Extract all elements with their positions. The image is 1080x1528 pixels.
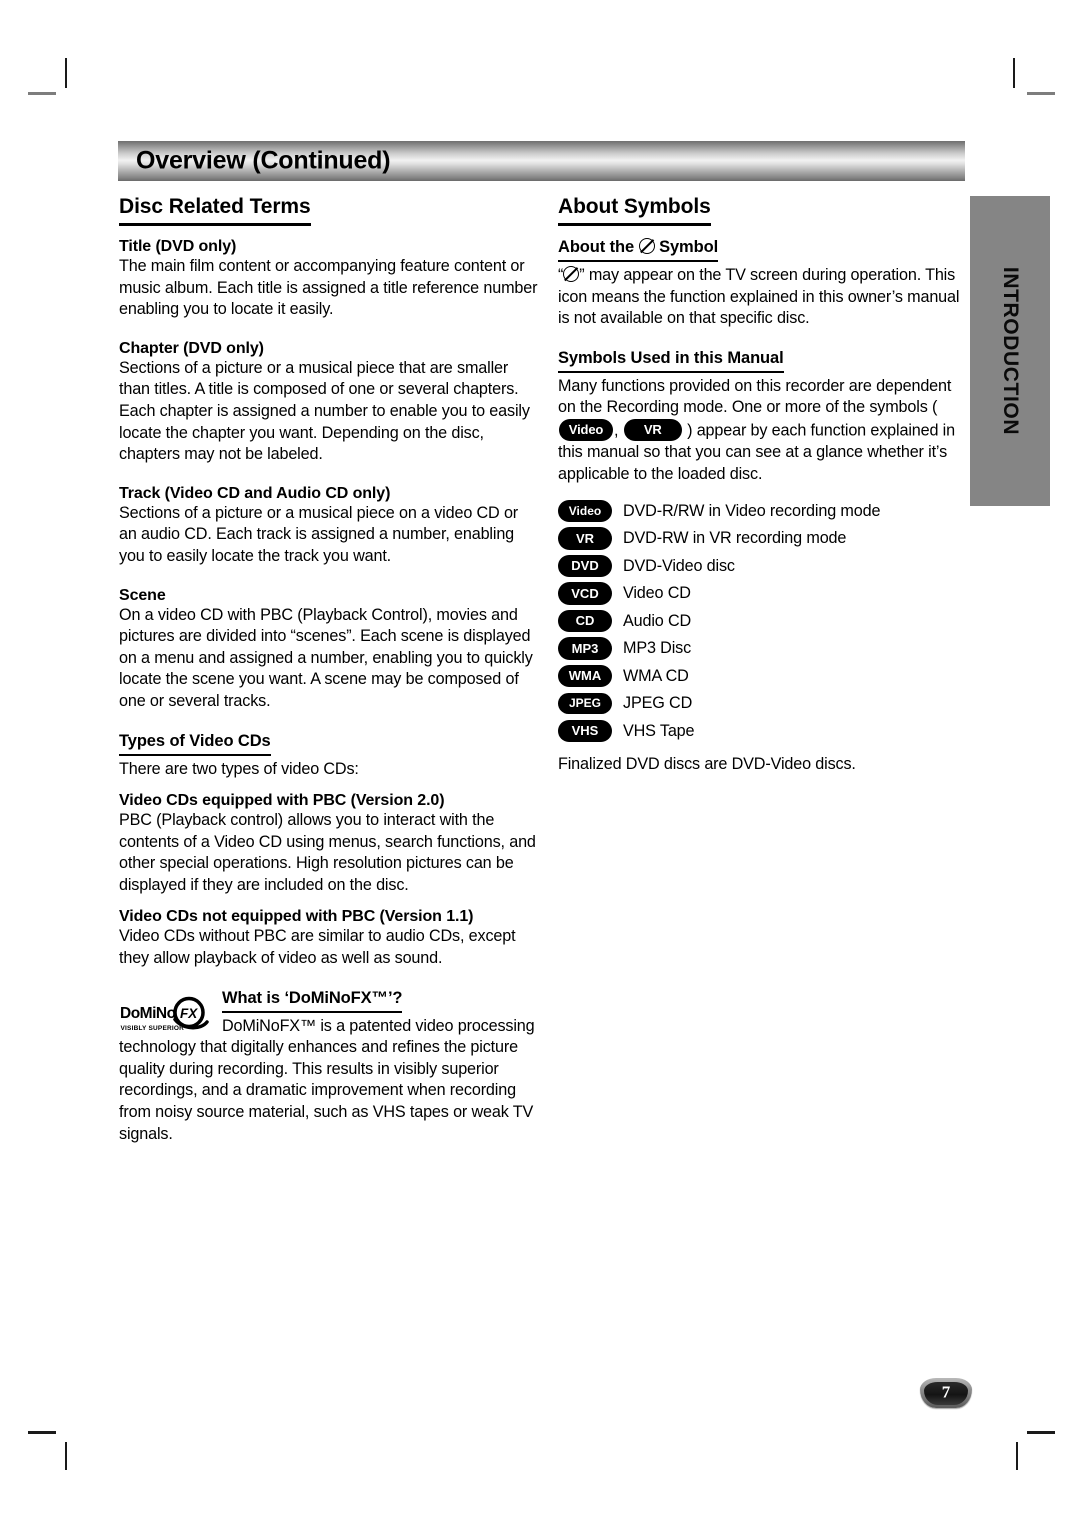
legend-row: WMA WMA CD	[558, 662, 963, 690]
right-column: About Symbols About the Symbol “” may ap…	[558, 195, 963, 774]
badge-vhs: VHS	[558, 719, 612, 743]
symbol-legend-list: Video DVD-R/RW in Video recording mode V…	[558, 497, 963, 745]
subheading-symbols-used-in-this-manual: Symbols Used in this Manual	[558, 349, 784, 373]
subheading-chapter-dvd-only: Chapter (DVD only)	[119, 339, 264, 357]
symbols-used-open-paren: (	[932, 398, 938, 417]
badge-vcd: VCD	[558, 582, 612, 605]
symbols-used-close-paren: )	[687, 421, 693, 440]
badge-video-inline: Video	[559, 418, 613, 442]
paragraph-scene: On a video CD with PBC (Playback Control…	[119, 605, 533, 710]
no-symbol-icon	[638, 238, 655, 254]
subheading-video-cds-with-pbc: Video CDs equipped with PBC (Version 2.0…	[119, 792, 445, 810]
paragraph-title-dvd-only: The main film content or accompanying fe…	[119, 257, 538, 319]
page-number-badge: 7	[920, 1378, 972, 1408]
badge-dvd: DVD	[558, 554, 612, 578]
crop-mark-top-left-vertical	[65, 58, 67, 88]
dominofx-section: DoMiNo FX VISIBLY SUPERIOR What is ‘DoMi…	[119, 989, 539, 1146]
subheading-scene: Scene	[119, 586, 166, 604]
about-symbol-heading-before: About the	[558, 238, 635, 256]
side-tab-label: INTRODUCTION	[999, 266, 1022, 436]
left-column: Disc Related Terms Title (DVD only) The …	[119, 195, 539, 1145]
paragraph-types-intro: There are two types of video CDs:	[119, 759, 359, 778]
subheading-video-cds-without-pbc: Video CDs not equipped with PBC (Version…	[119, 908, 474, 926]
page-title-bar: Overview (Continued)	[118, 141, 965, 181]
legend-row: VCD Video CD	[558, 580, 963, 608]
svg-text:FX: FX	[180, 1006, 198, 1021]
badge-video: Video	[558, 500, 612, 522]
legend-description: DVD-Video disc	[623, 556, 735, 575]
page-title: Overview (Continued)	[136, 146, 391, 175]
legend-description: DVD-RW in VR recording mode	[623, 529, 847, 547]
no-symbol-icon-inline	[563, 266, 580, 282]
finalized-discs-note: Finalized DVD discs are DVD-Video discs.	[558, 754, 856, 773]
svg-text:DoMiNo: DoMiNo	[120, 1005, 176, 1022]
badge-mp3: MP3	[558, 637, 612, 660]
badge-jpeg: JPEG	[558, 692, 612, 715]
badge-vr: VR	[558, 527, 612, 550]
crop-mark-bottom-right-horizontal	[1027, 1431, 1055, 1434]
legend-description: WMA CD	[623, 666, 689, 685]
legend-row: Video DVD-R/RW in Video recording mode	[558, 497, 963, 525]
svg-text:VISIBLY SUPERIOR: VISIBLY SUPERIOR	[121, 1025, 185, 1032]
subheading-track-video-cd-audio-cd: Track (Video CD and Audio CD only)	[119, 484, 391, 502]
crop-mark-bottom-right-vertical	[1016, 1442, 1018, 1470]
about-symbol-heading-after: Symbol	[659, 238, 719, 256]
badge-wma: WMA	[558, 664, 612, 688]
subheading-title-dvd-only: Title (DVD only)	[119, 238, 237, 255]
legend-description: VHS Tape	[623, 721, 695, 740]
symbols-used-body-part1: Many functions provided on this recorder…	[558, 376, 952, 417]
paragraph-dominofx: DoMiNoFX™ is a patented video processing…	[119, 1016, 535, 1143]
paragraph-track-video-cd-audio-cd: Sections of a picture or a musical piece…	[119, 503, 519, 565]
crop-mark-top-left-horizontal	[28, 92, 56, 95]
legend-row: JPEG JPEG CD	[558, 690, 963, 718]
legend-row: VHS VHS Tape	[558, 717, 963, 745]
badge-vr-inline: VR	[623, 418, 682, 442]
subheading-about-the-no-symbol: About the Symbol	[558, 238, 718, 262]
legend-row: CD Audio CD	[558, 607, 963, 635]
paragraph-video-cds-with-pbc: PBC (Playback control) allows you to int…	[119, 811, 536, 894]
symbols-used-body-part2: appear by each function explained in thi…	[558, 421, 955, 483]
paragraph-symbols-used: Many functions provided on this recorder…	[558, 376, 963, 485]
legend-row: DVD DVD-Video disc	[558, 552, 963, 580]
crop-mark-top-right-vertical	[1013, 58, 1015, 88]
legend-description: JPEG CD	[623, 694, 693, 712]
crop-mark-bottom-left-vertical	[65, 1442, 67, 1470]
legend-description: MP3 Disc	[623, 639, 692, 657]
paragraph-video-cds-without-pbc: Video CDs without PBC are similar to aud…	[119, 927, 516, 968]
legend-description: Video CD	[623, 584, 691, 602]
badge-cd: CD	[558, 609, 612, 633]
dominofx-logo-icon: DoMiNo FX VISIBLY SUPERIOR	[119, 995, 219, 1035]
crop-mark-bottom-left-horizontal	[28, 1431, 56, 1434]
legend-description: DVD-R/RW in Video recording mode	[623, 501, 881, 520]
legend-description: Audio CD	[623, 611, 692, 630]
subheading-types-of-video-cds: Types of Video CDs	[119, 732, 271, 756]
legend-row: MP3 MP3 Disc	[558, 635, 963, 663]
subheading-what-is-dominofx: What is ‘DoMiNoFX™’?	[222, 989, 403, 1013]
section-heading-about-symbols: About Symbols	[558, 195, 711, 226]
paragraph-about-no-symbol: “” may appear on the TV screen during op…	[558, 265, 963, 330]
symbols-used-comma: ,	[614, 421, 619, 440]
legend-row: VR DVD-RW in VR recording mode	[558, 525, 963, 553]
crop-mark-top-right-horizontal	[1027, 92, 1055, 95]
paragraph-chapter-dvd-only: Sections of a picture or a musical piece…	[119, 358, 530, 464]
page-number: 7	[941, 1382, 951, 1402]
about-symbol-body: ” may appear on the TV screen during ope…	[558, 266, 960, 328]
section-heading-disc-related-terms: Disc Related Terms	[119, 195, 311, 226]
side-tab-introduction: INTRODUCTION	[970, 196, 1050, 506]
